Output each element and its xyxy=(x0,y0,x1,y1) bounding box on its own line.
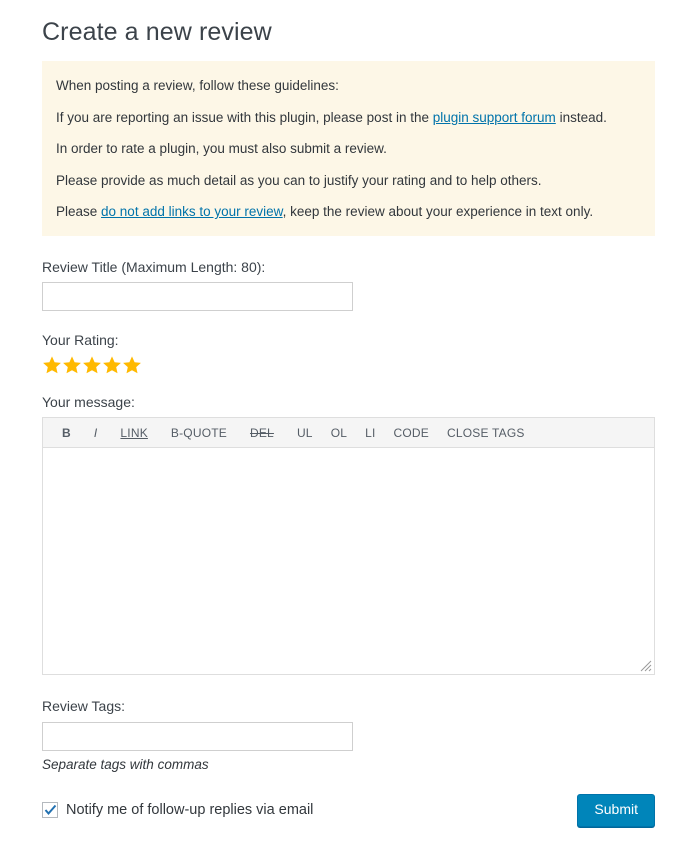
guideline-text: In order to rate a plugin, you must also… xyxy=(56,141,387,157)
message-textarea-holder xyxy=(42,447,655,676)
guidelines-notice: When posting a review, follow these guid… xyxy=(42,61,655,236)
submit-button[interactable]: Submit xyxy=(577,794,655,827)
guideline-line: Please do not add links to your review, … xyxy=(56,202,641,222)
guideline-text: Please provide as much detail as you can… xyxy=(56,172,542,188)
guideline-text: Please xyxy=(56,204,102,220)
guideline-line: If you are reporting an issue with this … xyxy=(56,108,641,140)
guideline-text: , keep the review about your experience … xyxy=(282,204,594,220)
review-tags-label: Review Tags: xyxy=(42,698,126,715)
toolbar-button-li[interactable]: LI xyxy=(356,427,384,439)
review-title-field-block: Review Title (Maximum Length: 80): xyxy=(32,258,655,311)
toolbar-button-code[interactable]: CODE xyxy=(385,427,438,439)
guideline-line: In order to rate a plugin, you must also… xyxy=(56,139,641,171)
toolbar-button-italic[interactable]: I xyxy=(85,427,112,439)
guideline-line: Please provide as much detail as you can… xyxy=(56,171,641,203)
review-tags-input[interactable] xyxy=(42,721,353,751)
page-title: Create a new review xyxy=(42,18,272,46)
no-links-policy-link[interactable]: do not add links to your review xyxy=(101,204,283,219)
check-icon xyxy=(44,805,56,816)
star-icon-2[interactable] xyxy=(62,355,82,375)
star-icon-1[interactable] xyxy=(42,355,62,375)
editor-toolbar: B I LINK B-QUOTE DEL UL OL LI CODE CLOSE… xyxy=(42,417,655,448)
notify-checkbox-group[interactable]: Notify me of follow-up replies via email xyxy=(42,801,313,820)
toolbar-button-bold[interactable]: B xyxy=(57,427,85,439)
notify-checkbox-label[interactable]: Notify me of follow-up replies via email xyxy=(66,801,313,820)
star-icon-5[interactable] xyxy=(122,355,142,375)
toolbar-button-close-tags[interactable]: CLOSE TAGS xyxy=(438,427,534,439)
rating-field-block: Your Rating: xyxy=(32,331,655,375)
quicktags-editor: B I LINK B-QUOTE DEL UL OL LI CODE CLOSE… xyxy=(42,417,655,676)
resize-handle-icon[interactable] xyxy=(639,659,652,672)
your-rating-label: Your Rating: xyxy=(42,332,119,348)
review-title-input[interactable] xyxy=(42,282,353,311)
toolbar-button-b-quote[interactable]: B-QUOTE xyxy=(162,427,241,439)
guideline-text: If you are reporting an issue with this … xyxy=(56,109,433,125)
create-review-page: Create a new review When posting a revie… xyxy=(0,0,687,842)
review-tags-field-block: Review Tags: Separate tags with commas xyxy=(32,697,655,773)
message-field-block: Your message: B I LINK B-QUOTE DEL UL OL… xyxy=(32,393,655,676)
review-tags-help-text: Separate tags with commas xyxy=(42,756,209,772)
form-actions-row: Notify me of follow-up replies via email… xyxy=(42,794,655,827)
toolbar-button-del[interactable]: DEL xyxy=(241,427,288,439)
notify-checkbox[interactable] xyxy=(42,802,58,819)
guideline-text: instead. xyxy=(555,109,607,125)
toolbar-button-ol[interactable]: OL xyxy=(322,427,356,439)
guideline-text: When posting a review, follow these guid… xyxy=(56,78,339,93)
star-rating-control[interactable] xyxy=(42,355,655,375)
your-message-label: Your message: xyxy=(42,394,135,411)
star-icon-4[interactable] xyxy=(102,355,122,375)
plugin-support-forum-link[interactable]: plugin support forum xyxy=(433,110,556,125)
guideline-line: When posting a review, follow these guid… xyxy=(56,76,641,108)
toolbar-button-ul[interactable]: UL xyxy=(288,427,322,439)
toolbar-button-link[interactable]: LINK xyxy=(111,427,161,439)
review-title-label: Review Title (Maximum Length: 80): xyxy=(42,258,266,275)
message-textarea[interactable] xyxy=(42,447,655,676)
star-icon-3[interactable] xyxy=(82,355,102,375)
